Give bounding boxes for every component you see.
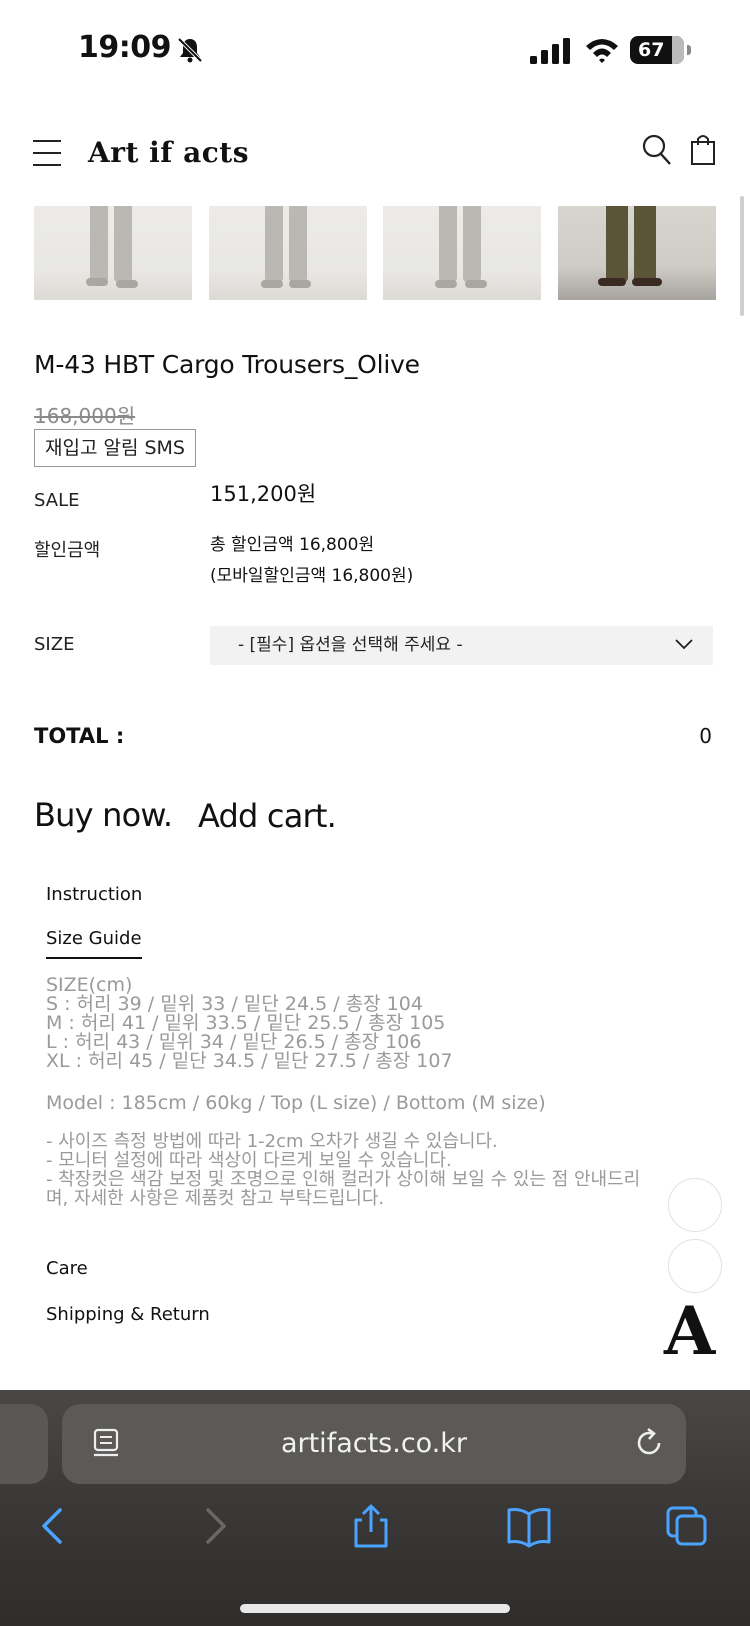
battery-level: 67 — [638, 39, 665, 61]
sale-label: SALE — [34, 490, 80, 511]
site-logo[interactable]: Art if acts — [88, 136, 249, 169]
product-name: M-43 HBT Cargo Trousers_Olive — [34, 350, 420, 379]
menu-icon[interactable] — [33, 140, 61, 168]
tab-instruction[interactable]: Instruction — [46, 884, 142, 905]
size-select[interactable]: - [필수] 옵션을 선택해 주세요 - — [210, 626, 713, 665]
bell-slash-icon — [177, 37, 203, 63]
tabs-icon[interactable] — [664, 1504, 710, 1548]
note-line: - 모니터 설정에 따라 색상이 다르게 보일 수 있습니다. — [46, 1150, 452, 1171]
chevron-down-icon — [675, 639, 693, 650]
address-bar[interactable]: artifacts.co.kr — [62, 1404, 686, 1484]
product-thumbnail[interactable] — [383, 206, 541, 300]
total-value: 0 — [699, 724, 712, 748]
product-thumbnail[interactable] — [34, 206, 192, 300]
battery-icon: 67 — [630, 36, 691, 64]
tab-care[interactable]: Care — [46, 1258, 88, 1279]
bookmarks-icon[interactable] — [506, 1504, 552, 1548]
note-line: - 착장컷은 색감 보정 및 조명으로 인해 컬러가 상이해 보일 수 있는 점… — [46, 1169, 641, 1190]
wifi-icon — [586, 39, 618, 63]
buy-now-button[interactable]: Buy now. — [34, 796, 173, 834]
discount-mobile: (모바일할인금액 16,800원) — [210, 566, 414, 586]
home-indicator[interactable] — [240, 1604, 510, 1613]
restock-sms-button[interactable]: 재입고 알림 SMS — [34, 429, 196, 467]
status-bar: 19:09 67 — [0, 0, 750, 100]
product-thumbnail[interactable] — [558, 206, 716, 300]
brand-mark[interactable]: A — [664, 1296, 715, 1366]
size-guide-line: XL : 허리 45 / 밑단 34.5 / 밑단 27.5 / 총장 107 — [46, 1050, 453, 1072]
note-line: - 사이즈 측정 방법에 따라 1-2cm 오차가 생길 수 있습니다. — [46, 1131, 498, 1152]
product-thumbnail[interactable] — [209, 206, 367, 300]
add-cart-button[interactable]: Add cart. — [198, 797, 337, 835]
original-price: 168,000원 — [34, 404, 136, 428]
discount-total: 총 할인금액 16,800원 — [210, 535, 375, 555]
discount-label: 할인금액 — [34, 540, 101, 561]
tab-shipping-return[interactable]: Shipping & Return — [46, 1304, 210, 1325]
cart-icon[interactable] — [690, 132, 716, 166]
signal-icon — [530, 38, 570, 64]
tab-size-guide[interactable]: Size Guide — [46, 928, 142, 959]
share-icon[interactable] — [348, 1504, 394, 1548]
floating-button[interactable] — [668, 1239, 722, 1293]
search-icon[interactable] — [642, 134, 672, 166]
floating-button[interactable] — [668, 1178, 722, 1232]
model-info: Model : 185cm / 60kg / Top (L size) / Bo… — [46, 1092, 546, 1114]
size-select-value: - [필수] 옵션을 선택해 주세요 - — [238, 635, 463, 655]
total-label: TOTAL : — [34, 724, 125, 748]
previous-tab-pill[interactable] — [0, 1404, 48, 1484]
size-label: SIZE — [34, 634, 75, 655]
url-text: artifacts.co.kr — [280, 1428, 468, 1459]
size-notes: - 사이즈 측정 방법에 따라 1-2cm 오차가 생길 수 있습니다. - 모… — [46, 1132, 706, 1208]
status-time: 19:09 — [78, 30, 172, 65]
product-thumbnails — [34, 206, 716, 300]
note-line: 며, 자세한 사항은 제품컷 참고 부탁드립니다. — [46, 1188, 385, 1209]
sale-price: 151,200원 — [210, 482, 317, 506]
page-scrollbar[interactable] — [740, 196, 744, 316]
browser-toolbar: artifacts.co.kr — [0, 1390, 750, 1626]
site-header: Art if acts — [0, 120, 750, 200]
back-icon[interactable] — [32, 1504, 78, 1548]
size-guide-text: SIZE(cm) S : 허리 39 / 밑위 33 / 밑단 24.5 / 총… — [46, 976, 696, 1071]
forward-icon[interactable] — [190, 1504, 236, 1548]
reload-icon[interactable] — [632, 1426, 666, 1460]
